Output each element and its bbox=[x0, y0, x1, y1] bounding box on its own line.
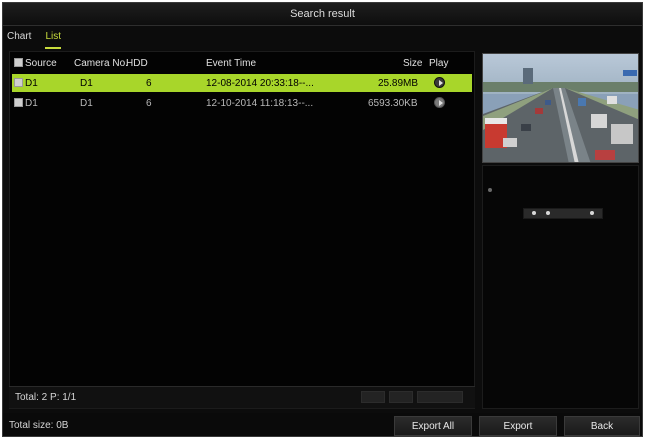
column-source: Source bbox=[25, 58, 57, 69]
row-event-time: 12-10-2014 11:18:13--... bbox=[206, 98, 314, 109]
next-page-button[interactable] bbox=[389, 391, 413, 403]
row-hdd: 6 bbox=[146, 78, 152, 89]
table-row[interactable]: D1 D1 6 12-10-2014 11:18:13--... 6593.30… bbox=[12, 94, 472, 112]
tab-chart[interactable]: Chart bbox=[7, 27, 31, 49]
row-size: 6593.30KB bbox=[368, 98, 418, 109]
row-camera: D1 bbox=[80, 78, 93, 89]
video-preview bbox=[482, 53, 639, 163]
column-camera: Camera No. bbox=[74, 58, 128, 69]
column-play: Play bbox=[429, 58, 449, 69]
list-footer: Total: 2 P: 1/1 bbox=[9, 386, 475, 408]
search-result-window: Search result Chart List Source Camera N… bbox=[2, 2, 643, 437]
row-hdd: 6 bbox=[146, 98, 152, 109]
export-all-button[interactable]: Export All bbox=[394, 416, 472, 436]
view-tabs: Chart List bbox=[7, 27, 62, 49]
playback-timeline[interactable] bbox=[523, 208, 603, 219]
column-event-time: Event Time bbox=[206, 58, 257, 69]
table-row[interactable]: D1 D1 6 12-08-2014 20:33:18--... 25.89MB bbox=[12, 74, 472, 92]
prev-page-button[interactable] bbox=[361, 391, 385, 403]
export-button[interactable]: Export bbox=[479, 416, 557, 436]
row-camera: D1 bbox=[80, 98, 93, 109]
list-header: Source Camera No. HDD Event Time Size Pl… bbox=[10, 56, 474, 72]
select-all-header[interactable]: Source bbox=[14, 58, 57, 69]
back-button[interactable]: Back bbox=[564, 416, 640, 436]
row-source[interactable]: D1 bbox=[14, 98, 38, 109]
column-size: Size bbox=[403, 58, 423, 69]
timeline-marker bbox=[532, 211, 536, 215]
total-size: Total size: 0B bbox=[9, 420, 69, 431]
play-icon[interactable] bbox=[434, 97, 445, 108]
row-checkbox[interactable] bbox=[14, 98, 23, 107]
timeline-marker bbox=[590, 211, 594, 215]
total-count: Total: 2 P: 1/1 bbox=[15, 392, 77, 403]
playback-control-panel bbox=[482, 165, 639, 409]
row-checkbox[interactable] bbox=[14, 78, 23, 87]
row-size: 25.89MB bbox=[378, 78, 419, 89]
timeline-marker bbox=[546, 211, 550, 215]
highway-preview-image bbox=[483, 54, 638, 162]
page-input[interactable] bbox=[417, 391, 463, 403]
play-icon[interactable] bbox=[434, 77, 445, 88]
bottom-bar: Total size: 0B Export All Export Back bbox=[3, 413, 642, 436]
tab-list[interactable]: List bbox=[45, 27, 62, 49]
row-source[interactable]: D1 bbox=[14, 78, 38, 89]
row-event-time: 12-08-2014 20:33:18--... bbox=[206, 78, 314, 89]
select-all-checkbox[interactable] bbox=[14, 58, 23, 67]
indicator-icon bbox=[488, 188, 492, 192]
result-list: Source Camera No. HDD Event Time Size Pl… bbox=[9, 51, 475, 409]
column-hdd: HDD bbox=[126, 58, 148, 69]
window-title: Search result bbox=[3, 3, 642, 26]
